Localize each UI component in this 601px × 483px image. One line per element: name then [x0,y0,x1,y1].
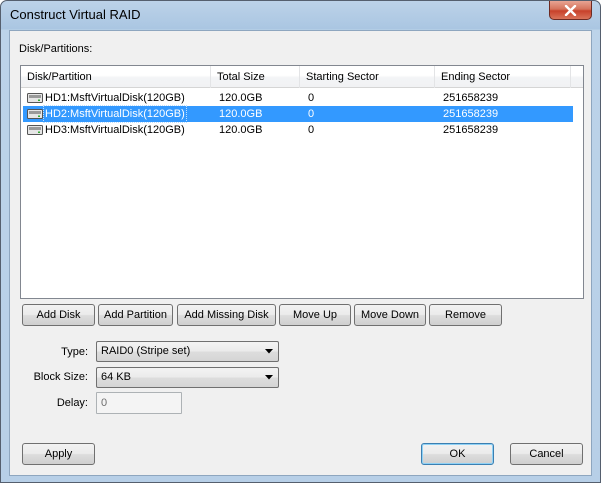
raid-type-select[interactable]: RAID0 (Stripe set) [96,341,279,362]
add-missing-disk-button[interactable]: Add Missing Disk [177,304,276,326]
column-header-total-size[interactable]: Total Size [211,66,300,88]
row-disk-name: HD1:MsftVirtualDisk(120GB) [45,92,185,104]
row-ending-sector: 251658239 [443,108,499,120]
table-row[interactable]: HD1:MsftVirtualDisk(120GB) 120.0GB 0 251… [23,90,573,106]
row-starting-sector: 0 [308,108,315,120]
close-icon [564,4,577,16]
raid-type-value: RAID0 (Stripe set) [101,345,191,357]
block-size-value: 64 KB [101,371,131,383]
disk-icon [27,125,43,135]
column-header-ending-sector[interactable]: Ending Sector [435,66,571,88]
table-row-selected[interactable]: HD2:MsftVirtualDisk(120GB) 120.0GB 0 251… [23,105,573,123]
dialog-client-area: Disk/Partitions: Disk/Partition Total Si… [9,30,592,476]
row-ending-sector: 251658239 [443,92,499,104]
ok-button[interactable]: OK [421,443,494,465]
add-partition-button[interactable]: Add Partition [98,304,173,326]
disk-icon [27,93,43,103]
block-size-label: Block Size: [33,371,88,383]
add-disk-button[interactable]: Add Disk [22,304,95,326]
move-down-button[interactable]: Move Down [354,304,426,326]
window-title: Construct Virtual RAID [10,7,141,22]
cancel-button[interactable]: Cancel [510,443,583,465]
row-total-size: 120.0GB [219,108,263,120]
table-row[interactable]: HD3:MsftVirtualDisk(120GB) 120.0GB 0 251… [23,122,573,138]
disk-partitions-label: Disk/Partitions: [19,43,93,55]
row-disk-name: HD2:MsftVirtualDisk(120GB) [43,105,187,123]
type-label: Type: [61,346,88,358]
delay-input[interactable]: 0 [96,392,182,414]
chevron-down-icon [265,375,273,380]
row-total-size: 120.0GB [219,124,263,136]
row-total-size: 120.0GB [219,92,263,104]
disk-partition-list[interactable]: Disk/Partition Total Size Starting Secto… [20,65,584,299]
move-up-button[interactable]: Move Up [279,304,351,326]
disk-icon [27,109,43,119]
block-size-select[interactable]: 64 KB [96,367,279,388]
row-disk-name: HD3:MsftVirtualDisk(120GB) [45,124,185,136]
row-starting-sector: 0 [308,92,315,104]
row-starting-sector: 0 [308,124,315,136]
column-header-disk-partition[interactable]: Disk/Partition [21,66,211,88]
close-button[interactable] [549,1,592,20]
remove-button[interactable]: Remove [429,304,502,326]
delay-label: Delay: [56,397,88,409]
list-header: Disk/Partition Total Size Starting Secto… [21,66,583,88]
dialog-window: Construct Virtual RAID Disk/Partitions: … [0,0,601,483]
row-ending-sector: 251658239 [443,124,499,136]
chevron-down-icon [265,349,273,354]
column-header-starting-sector[interactable]: Starting Sector [300,66,435,88]
apply-button[interactable]: Apply [22,443,95,465]
title-bar[interactable]: Construct Virtual RAID [1,1,600,29]
